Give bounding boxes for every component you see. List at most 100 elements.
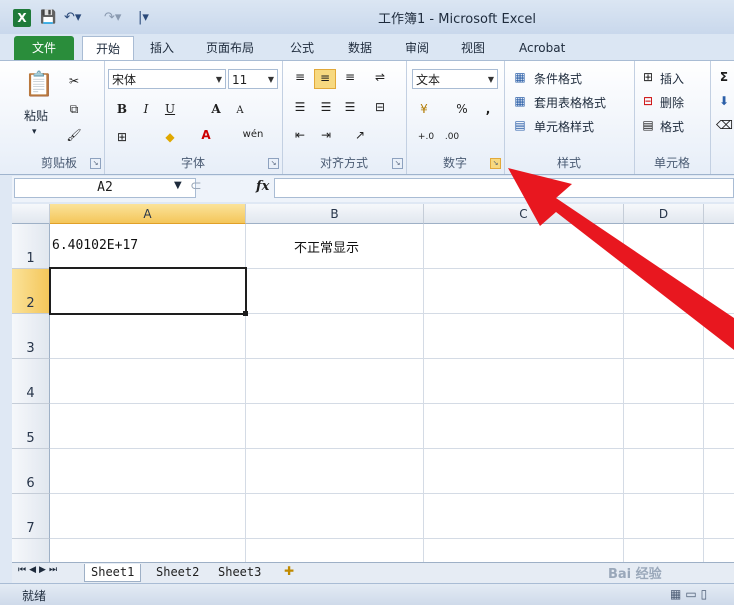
name-box[interactable]: A2 — [14, 178, 196, 198]
align-middle-icon[interactable]: ≡ — [314, 69, 336, 89]
accounting-format-icon[interactable]: ¥ — [416, 101, 432, 117]
tab-home[interactable]: 开始 — [82, 36, 134, 62]
alignment-label: 对齐方式 — [319, 156, 368, 170]
align-center-icon[interactable]: ☰ — [318, 99, 334, 115]
comma-style-button[interactable]: , — [480, 101, 496, 117]
formula-input[interactable] — [274, 178, 734, 198]
font-name-value: 宋体 — [112, 73, 137, 87]
tab-page-layout[interactable]: 页面布局 — [206, 36, 254, 60]
column-header-b[interactable]: B — [246, 204, 424, 224]
paste-dropdown-icon[interactable]: ▾ — [32, 127, 37, 137]
fill-color-icon[interactable]: ◆ — [162, 129, 178, 145]
decrease-decimal-button[interactable]: .00 — [440, 129, 464, 145]
column-header-c[interactable]: C — [424, 204, 624, 224]
sheet-tab-3[interactable]: Sheet3 — [212, 564, 267, 581]
fill-down-icon[interactable]: ⬇ — [716, 93, 732, 109]
phonetic-guide-button[interactable]: wén — [242, 127, 264, 143]
name-box-dropdown-icon[interactable]: ▼ — [174, 180, 182, 191]
shrink-font-button[interactable]: A — [232, 103, 248, 119]
row-header-7[interactable]: 7 — [12, 494, 50, 539]
align-left-icon[interactable]: ☰ — [292, 99, 308, 115]
conditional-format-button[interactable]: 条件格式 — [534, 70, 582, 87]
cell-b1[interactable]: 不正常显示 — [294, 237, 359, 256]
number-format-select[interactable]: 文本 ▼ — [412, 69, 498, 89]
row-header-8[interactable] — [12, 539, 50, 562]
font-size-select[interactable]: 11 ▼ — [228, 69, 278, 89]
fill-handle[interactable] — [243, 311, 248, 316]
format-as-table-button[interactable]: 套用表格格式 — [534, 94, 606, 111]
column-header-a[interactable]: A — [50, 204, 246, 224]
row-number: 4 — [26, 386, 35, 401]
gridline — [50, 448, 734, 449]
autosum-button[interactable]: Σ — [716, 69, 732, 85]
tab-review[interactable]: 审阅 — [405, 36, 429, 60]
row-number: 3 — [26, 341, 35, 356]
border-icon[interactable]: ⊞ — [114, 129, 130, 145]
conditional-format-icon: ▦ — [514, 70, 526, 84]
formula-bar: A2 ▼ ⊂ fx — [12, 176, 734, 202]
tab-view[interactable]: 视图 — [461, 36, 485, 60]
tab-acrobat[interactable]: Acrobat — [519, 36, 565, 60]
sheet-tab-1[interactable]: Sheet1 — [84, 564, 142, 582]
sheet-tab-bar: ⏮◀▶⏭ Sheet1 Sheet2 Sheet3 ✚ Bai 经验 — [12, 562, 734, 583]
grow-font-button[interactable]: A — [208, 101, 224, 117]
sheet-nav-icon[interactable]: ⏮◀▶⏭ — [18, 565, 60, 575]
clipboard-launcher-icon[interactable]: ↘ — [90, 158, 101, 169]
window-title: 工作簿1 - Microsoft Excel — [378, 12, 536, 27]
delete-cells-button[interactable]: 删除 — [660, 94, 684, 111]
row-header-1[interactable]: 1 — [12, 224, 50, 269]
row-header-3[interactable]: 3 — [12, 314, 50, 359]
column-header-d[interactable]: D — [624, 204, 704, 224]
orientation-icon[interactable]: ↗ — [352, 127, 368, 143]
tab-formulas[interactable]: 公式 — [290, 36, 314, 60]
table-format-icon: ▦ — [514, 94, 526, 108]
gridline — [423, 224, 424, 562]
select-all-corner[interactable] — [12, 204, 50, 224]
worksheet-grid[interactable]: A B C D 1 2 3 4 5 6 7 6.40102E+17 不正常显示 — [12, 204, 734, 562]
underline-button[interactable]: U — [162, 101, 178, 117]
bold-button[interactable]: B — [114, 101, 130, 117]
active-cell-a2[interactable] — [49, 267, 247, 315]
row-header-2[interactable]: 2 — [12, 269, 50, 314]
row-header-4[interactable]: 4 — [12, 359, 50, 404]
wrap-text-icon[interactable]: ⇌ — [372, 69, 388, 85]
number-format-launcher-icon[interactable]: ↘ — [490, 158, 501, 169]
align-top-icon[interactable]: ≡ — [292, 69, 308, 85]
insert-cells-button[interactable]: 插入 — [660, 70, 684, 87]
tab-insert[interactable]: 插入 — [150, 36, 174, 60]
tab-file[interactable]: 文件 — [14, 36, 74, 60]
cell-a1[interactable]: 6.40102E+17 — [52, 238, 138, 253]
row-header-6[interactable]: 6 — [12, 449, 50, 494]
formula-bar-splitter-icon[interactable]: ⊂ — [190, 178, 202, 194]
column-header-e[interactable] — [704, 204, 734, 224]
font-color-icon[interactable]: A — [198, 127, 214, 143]
cut-icon[interactable]: ✂ — [66, 73, 82, 89]
align-bottom-icon[interactable]: ≡ — [342, 69, 358, 85]
cell-styles-button[interactable]: 单元格样式 — [534, 118, 594, 135]
increase-decimal-button[interactable]: +.0 — [414, 129, 438, 145]
insert-function-button[interactable]: fx — [256, 179, 269, 194]
row-number: 7 — [26, 521, 35, 536]
row-number: 6 — [26, 476, 35, 491]
paste-button[interactable]: 粘贴 — [24, 107, 48, 124]
align-right-icon[interactable]: ☰ — [342, 99, 358, 115]
percent-style-button[interactable]: % — [454, 101, 470, 117]
tab-data[interactable]: 数据 — [348, 36, 372, 60]
paste-icon[interactable]: 📋 — [24, 69, 54, 99]
font-launcher-icon[interactable]: ↘ — [268, 158, 279, 169]
insert-sheet-icon[interactable]: ✚ — [284, 564, 294, 578]
merge-center-icon[interactable]: ⊟ — [372, 99, 388, 115]
view-mode-icons[interactable]: ▦▭▯ — [670, 587, 711, 601]
increase-indent-icon[interactable]: ⇥ — [318, 127, 334, 143]
format-painter-icon[interactable]: 🖌 — [66, 127, 82, 143]
format-cells-icon: ▤ — [642, 118, 654, 132]
row-header-5[interactable]: 5 — [12, 404, 50, 449]
sheet-tab-2[interactable]: Sheet2 — [150, 564, 205, 581]
format-cells-button[interactable]: 格式 — [660, 118, 684, 135]
clear-icon[interactable]: ⌫ — [716, 117, 733, 133]
italic-button[interactable]: I — [138, 101, 154, 117]
decrease-indent-icon[interactable]: ⇤ — [292, 127, 308, 143]
font-name-select[interactable]: 宋体 ▼ — [108, 69, 226, 89]
copy-icon[interactable]: ⧉ — [66, 101, 82, 117]
alignment-launcher-icon[interactable]: ↘ — [392, 158, 403, 169]
